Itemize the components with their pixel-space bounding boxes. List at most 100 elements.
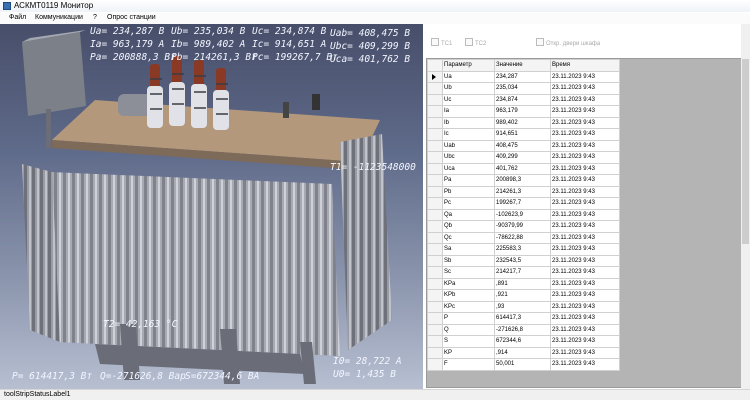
row-header[interactable] <box>427 335 443 348</box>
time-cell[interactable]: 23.11.2023 9:43 <box>550 358 620 371</box>
parameter-cell[interactable]: Ib <box>442 116 495 129</box>
row-header[interactable] <box>427 220 443 233</box>
table-row[interactable]: Sa 225583,3 23.11.2023 9:43 <box>427 243 620 256</box>
parameter-cell[interactable]: Pa <box>442 174 495 187</box>
table-row[interactable]: Qa -102623,9 23.11.2023 9:43 <box>427 208 620 221</box>
time-cell[interactable]: 23.11.2023 9:43 <box>550 105 620 118</box>
value-cell[interactable]: 963,179 <box>494 105 551 118</box>
row-header[interactable] <box>427 162 443 175</box>
table-row[interactable]: Ua 234,287 23.11.2023 9:43 <box>427 70 620 83</box>
row-header[interactable] <box>427 231 443 244</box>
value-cell[interactable]: 672344,6 <box>494 335 551 348</box>
table-row[interactable]: Qb -90379,99 23.11.2023 9:43 <box>427 220 620 233</box>
parameter-cell[interactable]: Uc <box>442 93 495 106</box>
time-cell[interactable]: 23.11.2023 9:43 <box>550 70 620 83</box>
parameter-cell[interactable]: Qb <box>442 220 495 233</box>
table-row[interactable]: F 50,001 23.11.2023 9:43 <box>427 358 620 371</box>
value-cell[interactable]: -90379,99 <box>494 220 551 233</box>
table-row[interactable]: Ib 989,402 23.11.2023 9:43 <box>427 116 620 129</box>
time-cell[interactable]: 23.11.2023 9:43 <box>550 151 620 164</box>
table-row[interactable]: Ub 235,034 23.11.2023 9:43 <box>427 82 620 95</box>
table-row[interactable]: S 672344,6 23.11.2023 9:43 <box>427 335 620 348</box>
row-header[interactable] <box>427 254 443 267</box>
column-parameter[interactable]: Параметр <box>442 59 495 72</box>
row-header[interactable] <box>427 243 443 256</box>
scrollbar-thumb[interactable] <box>742 59 749 244</box>
table-row[interactable]: Q -271626,8 23.11.2023 9:43 <box>427 323 620 336</box>
value-cell[interactable]: ,914 <box>494 346 551 359</box>
value-cell[interactable]: 225583,3 <box>494 243 551 256</box>
parameter-cell[interactable]: Sc <box>442 266 495 279</box>
parameter-cell[interactable]: Ub <box>442 82 495 95</box>
value-cell[interactable]: 232543,5 <box>494 254 551 267</box>
value-cell[interactable]: ,891 <box>494 277 551 290</box>
value-cell[interactable]: 214217,7 <box>494 266 551 279</box>
value-cell[interactable]: -271626,8 <box>494 323 551 336</box>
time-cell[interactable]: 23.11.2023 9:43 <box>550 162 620 175</box>
table-row[interactable]: Ia 963,179 23.11.2023 9:43 <box>427 105 620 118</box>
row-pointer-icon[interactable] <box>427 70 443 83</box>
parameter-cell[interactable]: Qc <box>442 231 495 244</box>
value-cell[interactable]: 50,001 <box>494 358 551 371</box>
parameter-cell[interactable]: KPc <box>442 300 495 313</box>
time-cell[interactable]: 23.11.2023 9:43 <box>550 231 620 244</box>
value-cell[interactable]: -102623,9 <box>494 208 551 221</box>
parameter-cell[interactable]: Pb <box>442 185 495 198</box>
value-cell[interactable]: 234,874 <box>494 93 551 106</box>
time-cell[interactable]: 23.11.2023 9:43 <box>550 346 620 359</box>
time-cell[interactable]: 23.11.2023 9:43 <box>550 139 620 152</box>
table-row[interactable]: Ubc 409,299 23.11.2023 9:43 <box>427 151 620 164</box>
time-cell[interactable]: 23.11.2023 9:43 <box>550 289 620 302</box>
time-cell[interactable]: 23.11.2023 9:43 <box>550 277 620 290</box>
value-cell[interactable]: 989,402 <box>494 116 551 129</box>
parameter-cell[interactable]: Q <box>442 323 495 336</box>
row-header[interactable] <box>427 185 443 198</box>
row-header[interactable] <box>427 139 443 152</box>
value-cell[interactable]: ,93 <box>494 300 551 313</box>
time-cell[interactable]: 23.11.2023 9:43 <box>550 254 620 267</box>
column-value[interactable]: Значение <box>494 59 551 72</box>
row-header[interactable] <box>427 300 443 313</box>
value-cell[interactable]: 408,475 <box>494 139 551 152</box>
table-row[interactable]: KPa ,891 23.11.2023 9:43 <box>427 277 620 290</box>
table-row[interactable]: Sc 214217,7 23.11.2023 9:43 <box>427 266 620 279</box>
row-header[interactable] <box>427 197 443 210</box>
row-header[interactable] <box>427 93 443 106</box>
value-cell[interactable]: 914,651 <box>494 128 551 141</box>
column-time[interactable]: Время <box>550 59 620 72</box>
table-row[interactable]: Uca 401,762 23.11.2023 9:43 <box>427 162 620 175</box>
row-header[interactable] <box>427 128 443 141</box>
row-header[interactable] <box>427 151 443 164</box>
value-cell[interactable]: 401,762 <box>494 162 551 175</box>
time-cell[interactable]: 23.11.2023 9:43 <box>550 312 620 325</box>
time-cell[interactable]: 23.11.2023 9:43 <box>550 116 620 129</box>
value-cell[interactable]: 234,287 <box>494 70 551 83</box>
value-cell[interactable]: 200898,3 <box>494 174 551 187</box>
row-header[interactable] <box>427 82 443 95</box>
menu-communications[interactable]: Коммуникации <box>35 14 83 21</box>
table-row[interactable]: KPb ,921 23.11.2023 9:43 <box>427 289 620 302</box>
table-row[interactable]: KPc ,93 23.11.2023 9:43 <box>427 300 620 313</box>
time-cell[interactable]: 23.11.2023 9:43 <box>550 197 620 210</box>
checkbox-tc2[interactable]: TC2 <box>465 38 486 47</box>
table-row[interactable]: Sb 232543,5 23.11.2023 9:43 <box>427 254 620 267</box>
checkbox-tc1[interactable]: TC1 <box>431 38 452 47</box>
time-cell[interactable]: 23.11.2023 9:43 <box>550 220 620 233</box>
time-cell[interactable]: 23.11.2023 9:43 <box>550 82 620 95</box>
parameter-cell[interactable]: KPb <box>442 289 495 302</box>
parameter-cell[interactable]: Uab <box>442 139 495 152</box>
row-header[interactable] <box>427 208 443 221</box>
parameter-cell[interactable]: KPa <box>442 277 495 290</box>
table-row[interactable]: KP ,914 23.11.2023 9:43 <box>427 346 620 359</box>
time-cell[interactable]: 23.11.2023 9:43 <box>550 335 620 348</box>
parameter-cell[interactable]: Qa <box>442 208 495 221</box>
row-header[interactable] <box>427 346 443 359</box>
table-row[interactable]: Uc 234,874 23.11.2023 9:43 <box>427 93 620 106</box>
parameter-cell[interactable]: Pc <box>442 197 495 210</box>
parameter-cell[interactable]: Sa <box>442 243 495 256</box>
time-cell[interactable]: 23.11.2023 9:43 <box>550 243 620 256</box>
parameter-cell[interactable]: Uca <box>442 162 495 175</box>
row-header[interactable] <box>427 312 443 325</box>
table-row[interactable]: P 614417,3 23.11.2023 9:43 <box>427 312 620 325</box>
row-header[interactable] <box>427 277 443 290</box>
